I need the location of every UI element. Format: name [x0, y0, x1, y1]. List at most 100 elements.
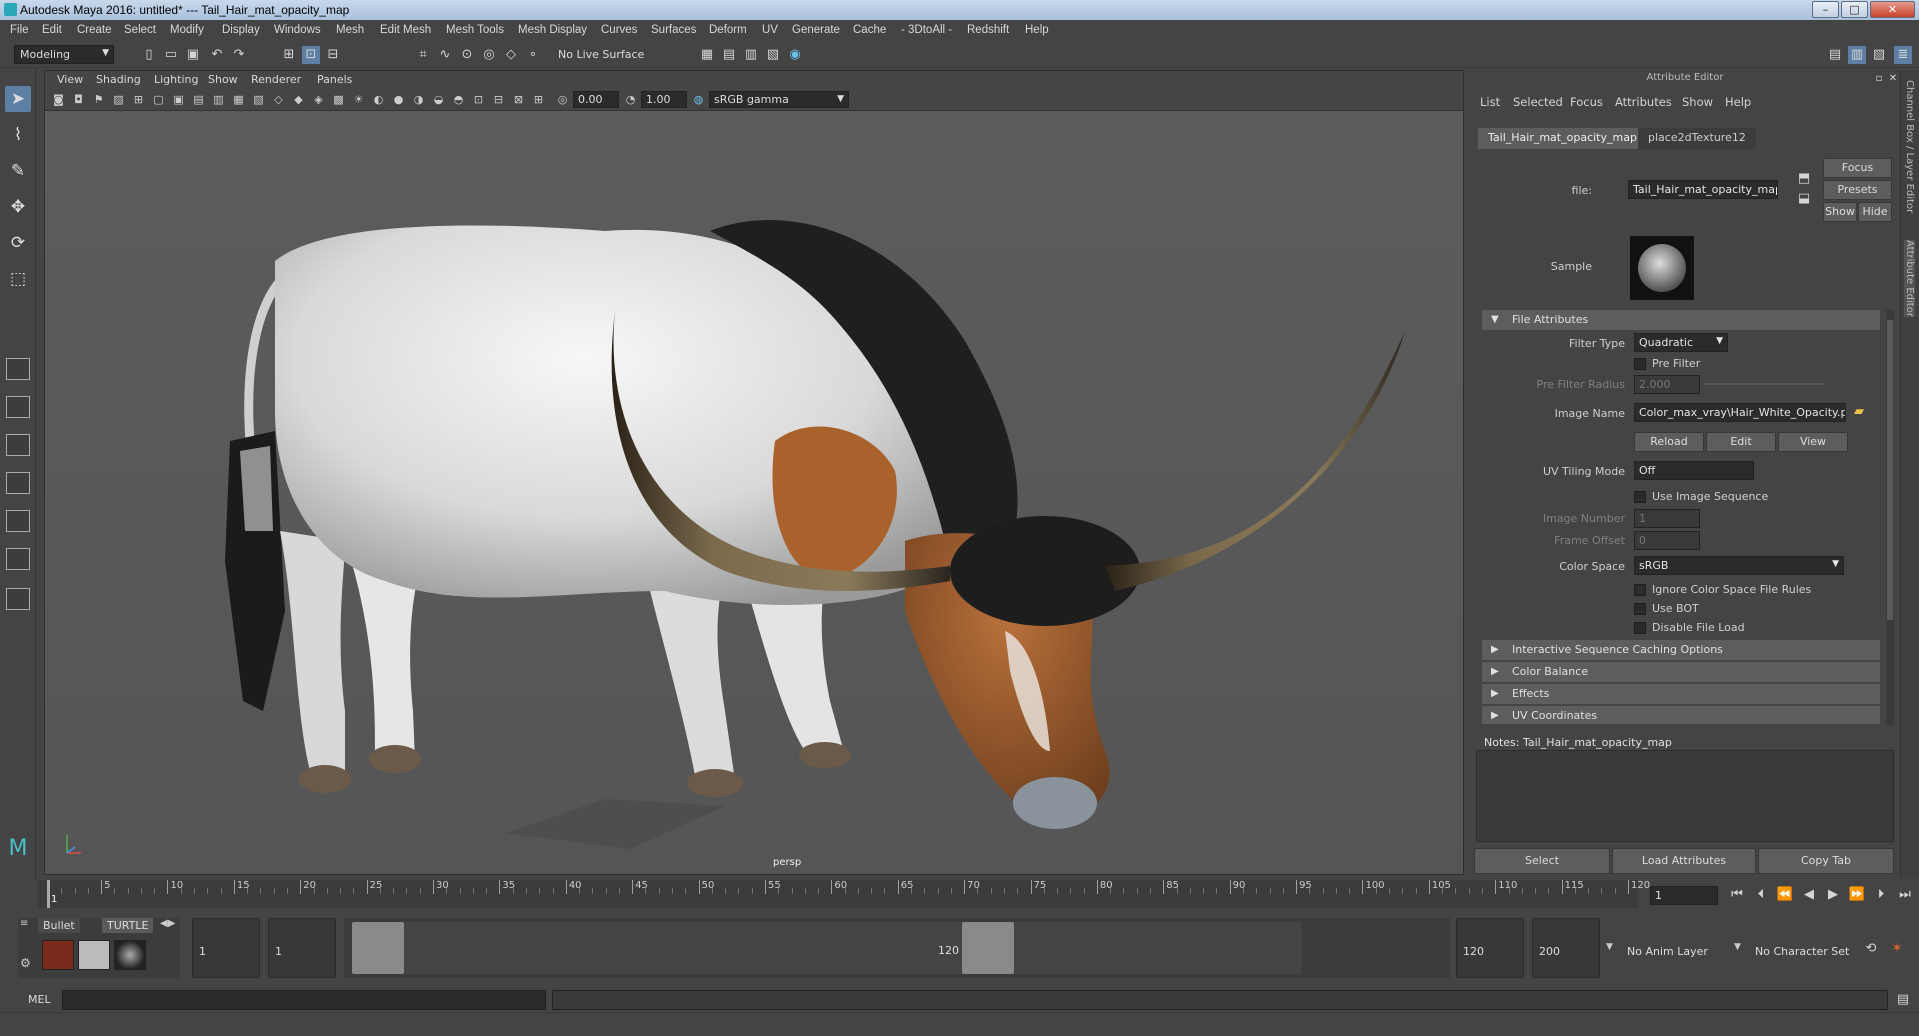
current-frame-marker[interactable]: [47, 880, 50, 908]
four-view-layout-icon[interactable]: [6, 396, 30, 418]
camera-select-icon[interactable]: ◙: [51, 92, 66, 107]
layout-toggle-icon[interactable]: ▤: [1826, 46, 1844, 64]
section-color-balance[interactable]: ▶ Color Balance: [1482, 662, 1880, 682]
step-forward-frame-icon[interactable]: ⏩: [1848, 886, 1866, 904]
filter-type-dropdown[interactable]: Quadratic ▼: [1634, 333, 1728, 352]
uv-tiling-dropdown[interactable]: Off: [1634, 461, 1754, 480]
menu-select[interactable]: Select: [124, 24, 156, 36]
load-attributes-button[interactable]: Load Attributes: [1612, 848, 1756, 874]
shadows-icon[interactable]: ◐: [371, 92, 386, 107]
two-view-layout-icon[interactable]: [6, 434, 30, 456]
menu-uv[interactable]: UV: [762, 24, 778, 36]
viewport-menu-show[interactable]: Show: [208, 73, 238, 86]
animation-start-field[interactable]: 1: [192, 918, 260, 978]
viewport-panel[interactable]: View Shading Lighting Show Renderer Pane…: [44, 70, 1464, 875]
shelf-gear-icon[interactable]: ⚙: [20, 956, 31, 970]
anti-aliasing-icon[interactable]: ◒: [431, 92, 446, 107]
snap-surface-icon[interactable]: ◇: [502, 46, 520, 64]
menu-deform[interactable]: Deform: [709, 24, 747, 36]
select-tool-icon[interactable]: ➤: [5, 86, 31, 112]
wireframe-icon[interactable]: ◇: [271, 92, 286, 107]
ipr-render-icon[interactable]: ▥: [742, 46, 760, 64]
scene-render[interactable]: [45, 111, 1463, 874]
step-back-frame-icon[interactable]: ⏪: [1776, 886, 1794, 904]
use-all-lights-icon[interactable]: ☀: [351, 92, 366, 107]
menu-generate[interactable]: Generate: [792, 24, 840, 36]
shelf-tab-turtle[interactable]: TURTLE: [102, 918, 154, 933]
folder-icon[interactable]: ▰: [1850, 403, 1868, 421]
channel-box-toggle-icon[interactable]: ≣: [1894, 46, 1912, 64]
play-forward-icon[interactable]: ▶: [1824, 886, 1842, 904]
snap-grid-icon[interactable]: ⌗: [414, 46, 432, 64]
move-tool-icon[interactable]: ✥: [5, 194, 31, 220]
menu-3dtoall[interactable]: - 3DtoAll -: [901, 24, 952, 36]
tab-attribute-editor-vertical[interactable]: Attribute Editor: [1904, 240, 1915, 317]
gamma-field[interactable]: 1.00: [641, 91, 687, 108]
ae-menu-focus[interactable]: Focus: [1570, 95, 1603, 109]
go-to-start-icon[interactable]: ⏮: [1728, 886, 1746, 904]
resolution-gate-icon[interactable]: ▣: [171, 92, 186, 107]
command-input[interactable]: [62, 990, 546, 1010]
presets-button[interactable]: Presets: [1823, 180, 1892, 200]
play-back-icon[interactable]: ◀: [1800, 886, 1818, 904]
isolate-select-icon[interactable]: ⊡: [471, 92, 486, 107]
lasso-tool-icon[interactable]: ⌇: [5, 122, 31, 148]
shelf-scroll-arrows-icon[interactable]: ◀▶: [160, 918, 175, 929]
shelf-menu-icon[interactable]: ≡: [20, 918, 34, 932]
xray-components-icon[interactable]: ⊞: [531, 92, 546, 107]
shelf-fire-icon[interactable]: [42, 940, 74, 970]
menu-cache[interactable]: Cache: [853, 24, 886, 36]
color-space-dropdown[interactable]: sRGB ▼: [1634, 556, 1844, 575]
go-to-end-icon[interactable]: ⏭: [1896, 886, 1914, 904]
input-connection-icon[interactable]: ⬒: [1795, 170, 1813, 188]
use-bot-checkbox[interactable]: [1634, 603, 1646, 615]
new-scene-icon[interactable]: ▯: [140, 46, 158, 64]
render-settings-icon[interactable]: ▦: [698, 46, 716, 64]
image-number-field[interactable]: 1: [1634, 509, 1700, 528]
wireframe-on-shaded-icon[interactable]: ◈: [311, 92, 326, 107]
paint-select-tool-icon[interactable]: ✎: [5, 158, 31, 184]
image-name-field[interactable]: Color_max_vray\Hair_White_Opacity.png: [1634, 403, 1846, 422]
time-slider[interactable]: 1 5 10 15 20 25 30 35 40 45 50 55 60 65 70 75 80 85 90 95 10…: [0, 878, 1919, 914]
gamma-icon[interactable]: ◔: [623, 92, 638, 107]
menu-display[interactable]: Display: [222, 24, 260, 36]
attribute-editor-toggle-icon[interactable]: ▥: [1848, 46, 1866, 64]
outliner-layout-icon[interactable]: [6, 472, 30, 494]
ae-menu-attributes[interactable]: Attributes: [1615, 95, 1672, 109]
bookmark-icon[interactable]: ⚑: [91, 92, 106, 107]
close-button[interactable]: ✕: [1870, 1, 1915, 18]
tab-place2dtexture[interactable]: place2dTexture12: [1638, 128, 1756, 149]
shelf-sphere-icon[interactable]: [114, 940, 146, 970]
safe-action-icon[interactable]: ▦: [231, 92, 246, 107]
ae-menu-selected[interactable]: Selected: [1513, 95, 1563, 109]
range-slider-track[interactable]: 1 120: [344, 918, 1450, 978]
section-file-attributes[interactable]: ▼ File Attributes: [1482, 310, 1880, 330]
use-image-sequence-checkbox[interactable]: [1634, 491, 1646, 503]
character-set-dropdown[interactable]: No Character Set: [1748, 918, 1870, 978]
select-button[interactable]: Select: [1474, 848, 1610, 874]
select-by-hierarchy-icon[interactable]: ⊞: [280, 46, 298, 64]
range-bar[interactable]: [404, 922, 1302, 974]
xray-joints-icon[interactable]: ⊠: [511, 92, 526, 107]
hypershade-layout-icon[interactable]: [6, 548, 30, 570]
depth-of-field-icon[interactable]: ◓: [451, 92, 466, 107]
ignore-color-space-rules-checkbox[interactable]: [1634, 584, 1646, 596]
viewport-menu-view[interactable]: View: [57, 73, 83, 86]
mel-label[interactable]: MEL: [28, 993, 51, 1006]
playback-start-field[interactable]: 1: [268, 918, 336, 978]
menu-edit[interactable]: Edit: [42, 24, 62, 36]
color-management-icon[interactable]: ◍: [691, 92, 706, 107]
snap-curve-icon[interactable]: ∿: [436, 46, 454, 64]
textured-icon[interactable]: ▩: [331, 92, 346, 107]
step-back-key-icon[interactable]: ⏴: [1752, 886, 1770, 904]
rotate-tool-icon[interactable]: ⟳: [5, 230, 31, 256]
viewport-menu-renderer[interactable]: Renderer: [251, 73, 301, 86]
render-view-icon[interactable]: ▧: [764, 46, 782, 64]
view-button[interactable]: View: [1778, 432, 1848, 452]
playback-end-field[interactable]: 120: [1456, 918, 1524, 978]
snap-view-icon[interactable]: ◎: [480, 46, 498, 64]
section-interactive-sequence-caching[interactable]: ▶ Interactive Sequence Caching Options: [1482, 640, 1880, 660]
animation-end-field[interactable]: 200: [1532, 918, 1600, 978]
menu-redshift[interactable]: Redshift: [967, 24, 1009, 36]
section-uv-coordinates[interactable]: ▶ UV Coordinates: [1482, 706, 1880, 724]
